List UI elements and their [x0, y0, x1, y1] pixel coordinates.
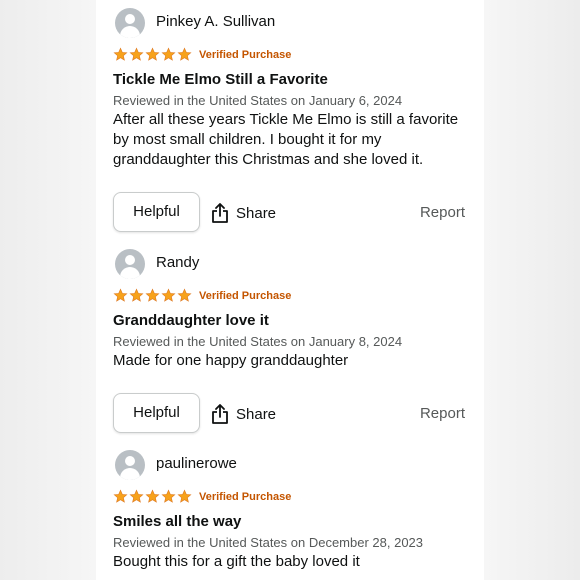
star-icon	[145, 489, 160, 503]
report-link[interactable]: Report	[420, 204, 465, 221]
review-body: Made for one happy granddaughter	[113, 352, 349, 369]
verified-purchase-badge: Verified Purchase	[199, 491, 292, 503]
review-title[interactable]: Granddaughter love it	[113, 312, 473, 329]
share-button[interactable]: Share	[211, 403, 276, 425]
reviewer-row: paulinerowe	[113, 450, 473, 480]
verified-purchase-badge: Verified Purchase	[199, 290, 292, 302]
verified-purchase-badge: Verified Purchase	[199, 49, 292, 61]
review-actions: Helpful Share Report	[113, 393, 473, 435]
share-icon	[212, 203, 228, 223]
share-label: Share	[236, 204, 277, 222]
star-icon	[129, 288, 144, 302]
star-icon	[113, 288, 128, 302]
share-icon	[212, 404, 228, 424]
helpful-button[interactable]: Helpful	[113, 192, 200, 232]
review-title[interactable]: Smiles all the way	[113, 513, 473, 530]
star-icon	[113, 47, 128, 61]
star-icon	[177, 489, 192, 503]
reviewer-name[interactable]: Randy	[156, 254, 199, 271]
review-title[interactable]: Tickle Me Elmo Still a Favorite	[113, 71, 473, 88]
reviewer-name[interactable]: paulinerowe	[156, 455, 237, 472]
star-rating[interactable]	[113, 47, 192, 62]
review-card: Pinkey A. Sullivan Verified Purchase Tic…	[113, 8, 473, 234]
reviewer-row: Pinkey A. Sullivan	[113, 8, 473, 38]
star-icon	[129, 47, 144, 61]
review-meta: Reviewed in the United States on Decembe…	[113, 535, 424, 550]
star-icon	[161, 288, 176, 302]
share-button[interactable]: Share	[211, 202, 276, 224]
share-label: Share	[236, 405, 277, 423]
helpful-button[interactable]: Helpful	[113, 393, 200, 433]
user-avatar-icon	[115, 8, 145, 38]
right-background	[484, 0, 580, 580]
review-body: After all these years Tickle Me Elmo is …	[113, 111, 459, 168]
star-icon	[177, 47, 192, 61]
reviewer-row: Randy	[113, 249, 473, 279]
left-background	[0, 0, 96, 580]
rating-row: Verified Purchase	[113, 47, 473, 65]
review-meta: Reviewed in the United States on January…	[113, 93, 403, 108]
report-link[interactable]: Report	[420, 405, 465, 422]
review-card: paulinerowe Verified Purchase Smiles all…	[113, 450, 473, 572]
rating-row: Verified Purchase	[113, 489, 473, 507]
star-icon	[145, 47, 160, 61]
star-icon	[161, 489, 176, 503]
star-icon	[129, 489, 144, 503]
star-icon	[145, 288, 160, 302]
reviews-panel: Pinkey A. Sullivan Verified Purchase Tic…	[96, 0, 484, 580]
star-icon	[161, 47, 176, 61]
star-rating[interactable]	[113, 489, 192, 504]
review-meta: Reviewed in the United States on January…	[113, 334, 403, 349]
star-rating[interactable]	[113, 288, 192, 303]
review-card: Randy Verified Purchase Granddaughter lo…	[113, 249, 473, 435]
user-avatar-icon	[115, 450, 145, 480]
review-actions: Helpful Share Report	[113, 192, 473, 234]
reviewer-name[interactable]: Pinkey A. Sullivan	[156, 13, 275, 30]
user-avatar-icon	[115, 249, 145, 279]
rating-row: Verified Purchase	[113, 288, 473, 306]
review-body: Bought this for a gift the baby loved it	[113, 553, 360, 570]
star-icon	[177, 288, 192, 302]
star-icon	[113, 489, 128, 503]
